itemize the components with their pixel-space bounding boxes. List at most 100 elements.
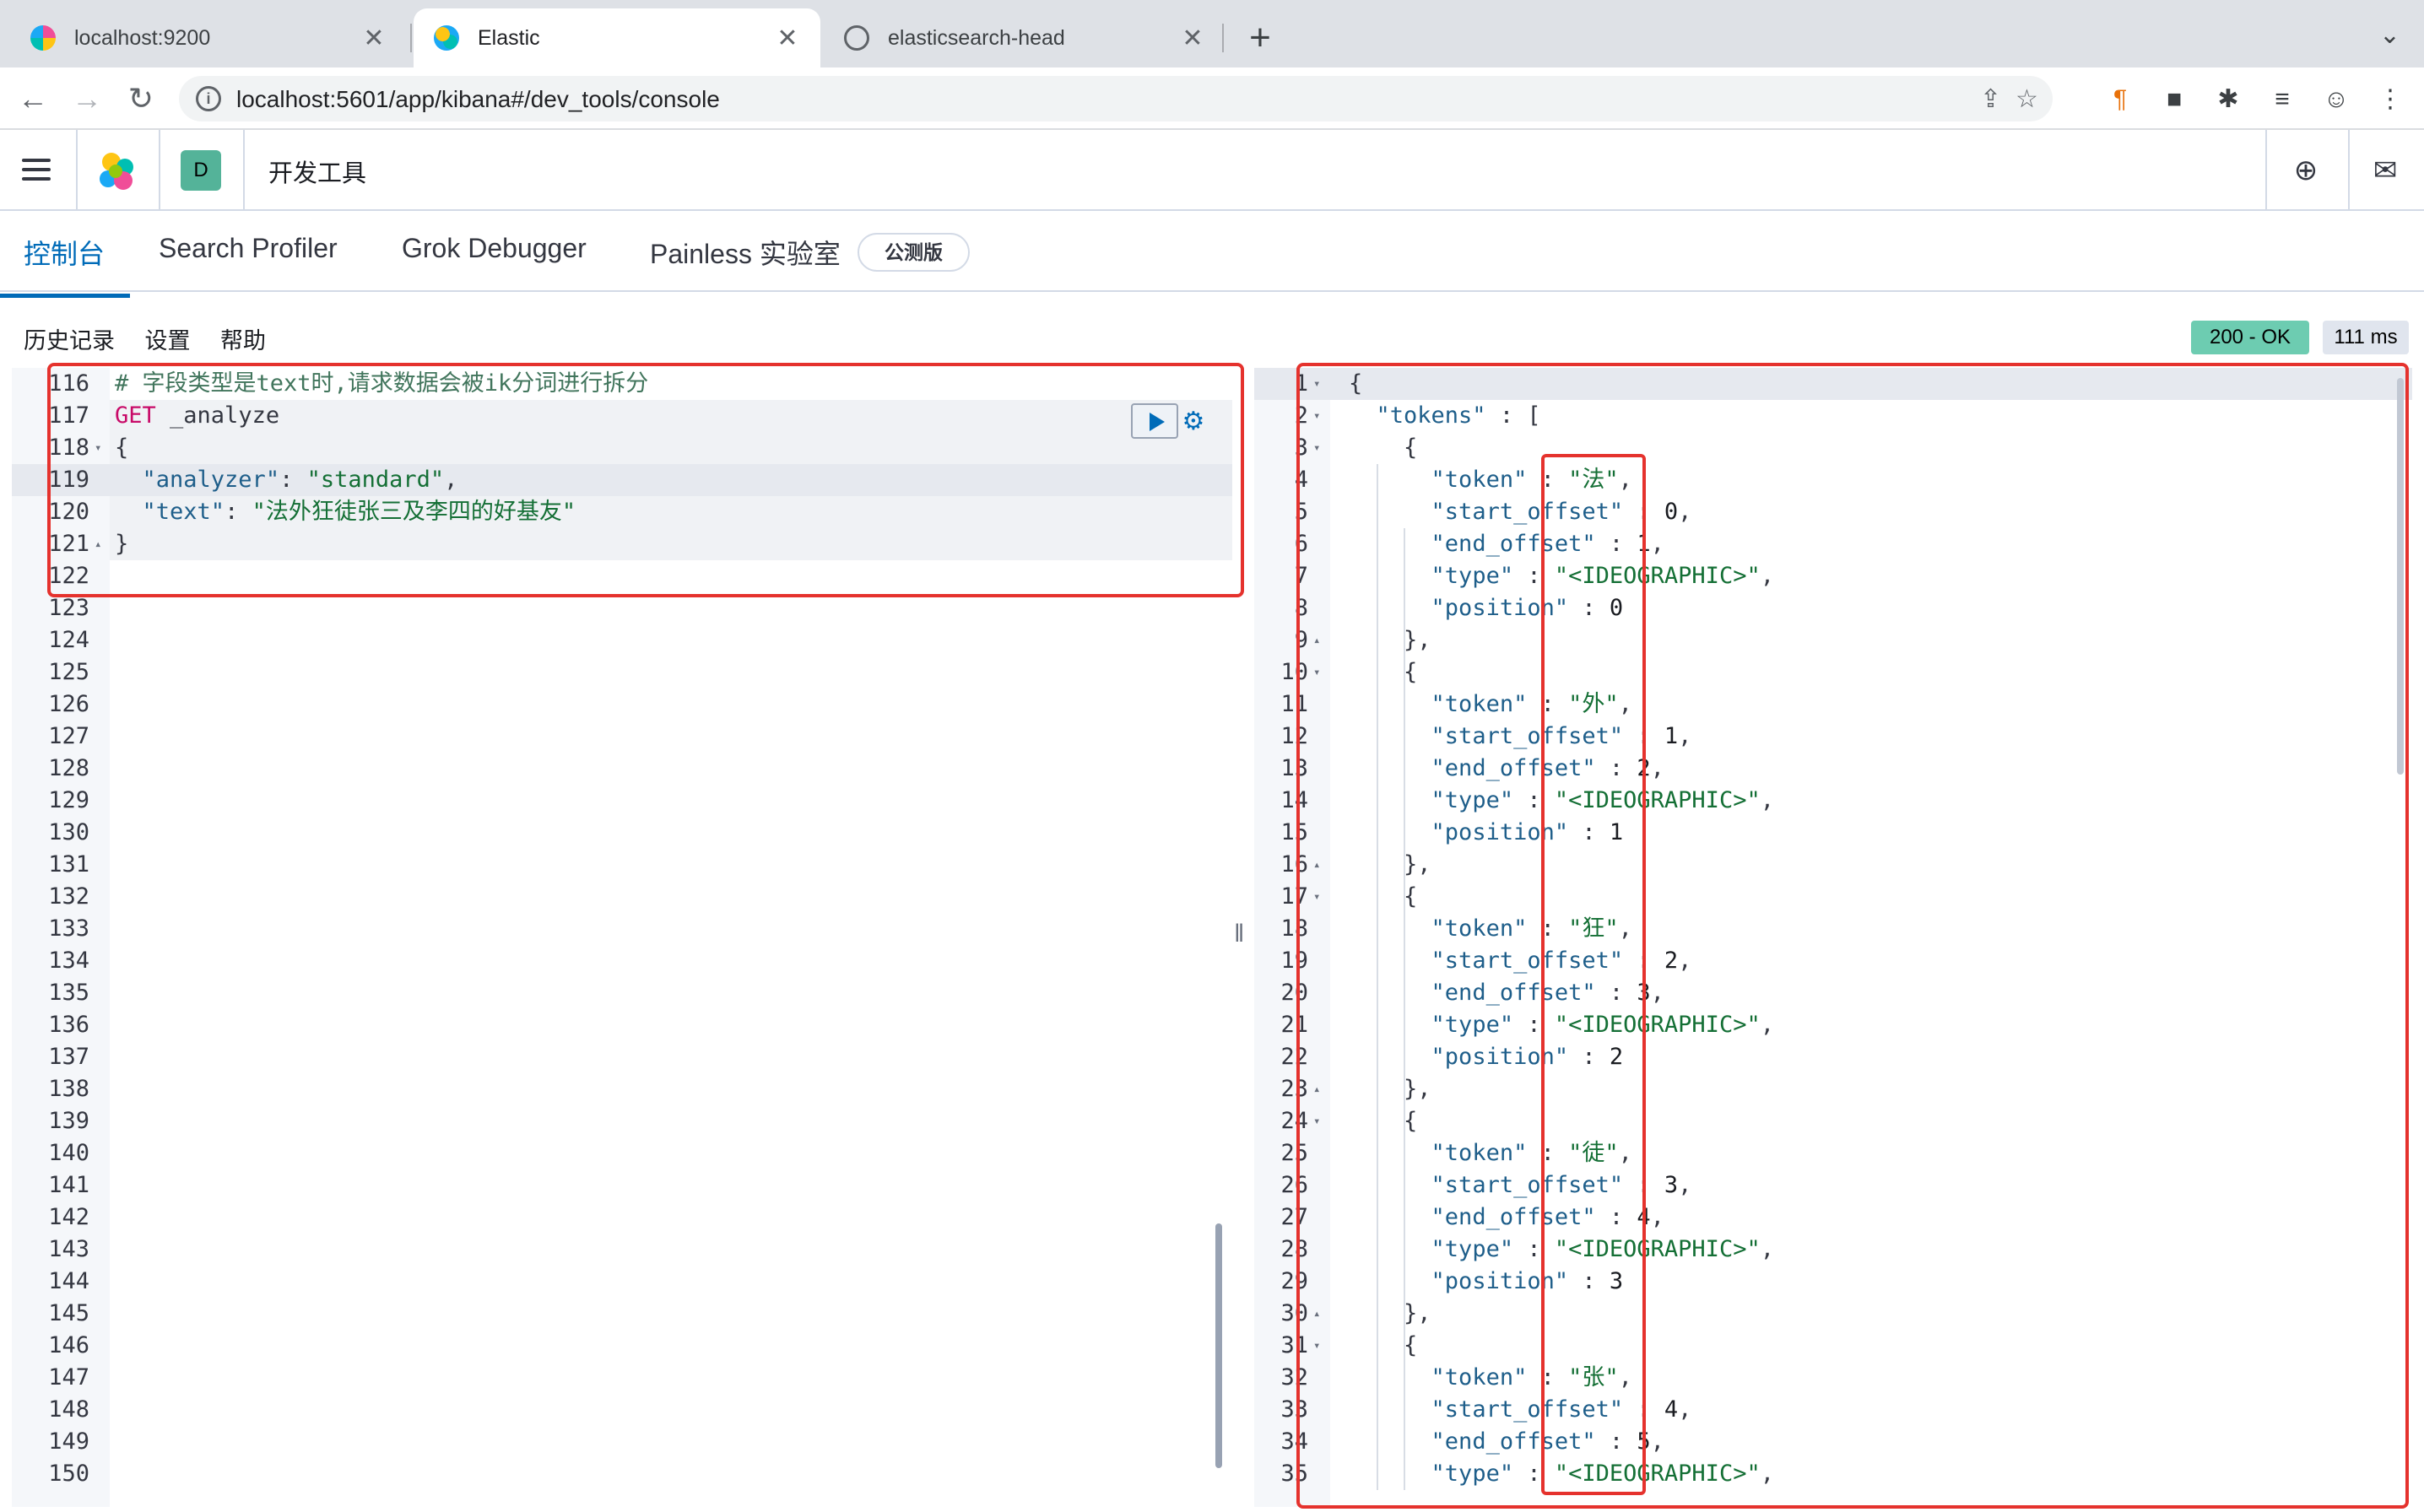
code-line[interactable]: 143 — [12, 1234, 1232, 1266]
code-line[interactable]: 119 "analyzer": "standard", — [12, 464, 1232, 496]
code-line[interactable]: 2 ▾ "tokens" : [ — [1254, 400, 2412, 432]
fold-toggle-icon[interactable]: ▴ — [1313, 1298, 1320, 1330]
code-line[interactable]: 123 — [12, 592, 1232, 624]
code-line[interactable]: 25 "token" : "徒", — [1254, 1137, 2412, 1169]
address-bar[interactable]: i localhost:5601/app/kibana#/dev_tools/c… — [179, 76, 2053, 122]
fold-toggle-icon[interactable]: ▾ — [1313, 1105, 1320, 1137]
code-line[interactable]: 124 — [12, 624, 1232, 656]
code-line[interactable]: 19 "start_offset" : 2, — [1254, 945, 2412, 977]
code-line[interactable]: 18 "token" : "狂", — [1254, 913, 2412, 945]
code-line[interactable]: 144 — [12, 1266, 1232, 1298]
wrench-icon[interactable]: ⚙ — [1178, 407, 1209, 437]
code-line[interactable]: 21 "type" : "<IDEOGRAPHIC>", — [1254, 1009, 2412, 1041]
code-line[interactable]: 116 # 字段类型是text时,请求数据会被ik分词进行拆分 — [12, 368, 1232, 400]
fold-toggle-icon[interactable]: ▾ — [1313, 881, 1320, 913]
new-tab-button[interactable]: + — [1239, 17, 1281, 59]
tab-search-profiler[interactable]: Search Profiler — [159, 233, 338, 286]
fold-toggle-icon[interactable]: ▾ — [1313, 656, 1320, 688]
tab-search-icon[interactable]: ⌄ — [2379, 20, 2400, 50]
fold-toggle-icon[interactable]: ▾ — [1313, 400, 1320, 432]
fold-toggle-icon[interactable]: ▾ — [1313, 432, 1320, 464]
code-line[interactable]: 4 "token" : "法", — [1254, 464, 2412, 496]
code-line[interactable]: 128 — [12, 753, 1232, 785]
code-line[interactable]: 16 ▴ }, — [1254, 849, 2412, 881]
help-icon[interactable]: ⊕ — [2291, 155, 2321, 186]
code-line[interactable]: 33 "start_offset" : 4, — [1254, 1394, 2412, 1426]
code-line[interactable]: 140 — [12, 1137, 1232, 1169]
code-line[interactable]: 142 — [12, 1202, 1232, 1234]
star-icon[interactable]: ☆ — [2015, 84, 2038, 114]
code-line[interactable]: 6 "end_offset" : 1, — [1254, 528, 2412, 560]
code-line[interactable]: 11 "token" : "外", — [1254, 688, 2412, 721]
fold-toggle-icon[interactable]: ▴ — [1313, 1073, 1320, 1105]
extension-icon[interactable]: ■ — [2159, 84, 2189, 115]
browser-tab-elasticsearch-head[interactable]: elasticsearch-head ✕ — [824, 8, 1226, 68]
code-line[interactable]: 145 — [12, 1298, 1232, 1330]
space-avatar[interactable]: D — [181, 150, 221, 191]
code-line[interactable]: 35 "type" : "<IDEOGRAPHIC>", — [1254, 1458, 2412, 1490]
code-line[interactable]: 121 ▴} — [12, 528, 1232, 560]
fold-toggle-icon[interactable]: ▾ — [1313, 1330, 1320, 1362]
history-link[interactable]: 历史记录 — [24, 328, 115, 354]
media-playlist-icon[interactable]: ≡ — [2267, 84, 2297, 115]
menu-icon[interactable] — [22, 159, 51, 181]
code-line[interactable]: 117 GET _analyze — [12, 400, 1232, 432]
code-line[interactable]: 30 ▴ }, — [1254, 1298, 2412, 1330]
code-line[interactable]: 138 — [12, 1073, 1232, 1105]
code-line[interactable]: 122 — [12, 560, 1232, 592]
code-line[interactable]: 7 "type" : "<IDEOGRAPHIC>", — [1254, 560, 2412, 592]
code-line[interactable]: 1 ▾ { — [1254, 368, 2412, 400]
code-line[interactable]: 27 "end_offset" : 4, — [1254, 1202, 2412, 1234]
code-line[interactable]: 24 ▾ { — [1254, 1105, 2412, 1137]
settings-link[interactable]: 设置 — [145, 328, 191, 354]
mail-icon[interactable]: ✉ — [2370, 155, 2400, 186]
code-line[interactable]: 150 — [12, 1458, 1232, 1490]
code-line[interactable]: 137 — [12, 1041, 1232, 1073]
code-line[interactable]: 23 ▴ }, — [1254, 1073, 2412, 1105]
browser-tab-elastic[interactable]: Elastic ✕ — [414, 8, 820, 68]
code-line[interactable]: 127 — [12, 721, 1232, 753]
code-line[interactable]: 147 — [12, 1362, 1232, 1394]
code-line[interactable]: 15 "position" : 1 — [1254, 817, 2412, 849]
code-line[interactable]: 130 — [12, 817, 1232, 849]
code-line[interactable]: 22 "position" : 2 — [1254, 1041, 2412, 1073]
code-line[interactable]: 8 "position" : 0 — [1254, 592, 2412, 624]
code-line[interactable]: 126 — [12, 688, 1232, 721]
info-icon[interactable]: i — [196, 86, 221, 111]
share-icon[interactable]: ⇪ — [1980, 84, 2001, 114]
code-line[interactable]: 132 — [12, 881, 1232, 913]
fold-toggle-icon[interactable]: ▴ — [1313, 849, 1320, 881]
url-text[interactable]: localhost:5601/app/kibana#/dev_tools/con… — [236, 86, 720, 113]
code-line[interactable]: 14 "type" : "<IDEOGRAPHIC>", — [1254, 785, 2412, 817]
code-line[interactable]: 9 ▴ }, — [1254, 624, 2412, 656]
code-line[interactable]: 5 "start_offset" : 0, — [1254, 496, 2412, 528]
code-line[interactable]: 3 ▾ { — [1254, 432, 2412, 464]
code-line[interactable]: 133 — [12, 913, 1232, 945]
profile-avatar-icon[interactable]: ☺ — [2321, 84, 2351, 115]
code-line[interactable]: 149 — [12, 1426, 1232, 1458]
elastic-logo-icon[interactable] — [96, 150, 138, 192]
code-line[interactable]: 120 "text": "法外狂徒张三及李四的好基友" — [12, 496, 1232, 528]
tab-close-icon[interactable]: ✕ — [775, 24, 800, 53]
reload-icon[interactable]: ↻ — [120, 78, 162, 120]
fold-toggle-icon[interactable]: ▾ — [95, 432, 101, 464]
fold-toggle-icon[interactable]: ▴ — [95, 528, 101, 560]
browser-tab-localhost[interactable]: localhost:9200 ✕ — [10, 8, 407, 68]
fold-toggle-icon[interactable]: ▾ — [1313, 368, 1320, 400]
browser-menu-icon[interactable]: ⋮ — [2375, 84, 2405, 115]
panel-resize-handle[interactable]: ‖ — [1234, 920, 1244, 948]
help-link[interactable]: 帮助 — [220, 328, 266, 354]
code-line[interactable]: 28 "type" : "<IDEOGRAPHIC>", — [1254, 1234, 2412, 1266]
code-line[interactable]: 146 — [12, 1330, 1232, 1362]
code-line[interactable]: 136 — [12, 1009, 1232, 1041]
code-line[interactable]: 26 "start_offset" : 3, — [1254, 1169, 2412, 1202]
code-line[interactable]: 32 "token" : "张", — [1254, 1362, 2412, 1394]
code-line[interactable]: 141 — [12, 1169, 1232, 1202]
play-icon[interactable] — [1131, 403, 1178, 439]
request-editor[interactable]: 116 # 字段类型是text时,请求数据会被ik分词进行拆分 117 GET _an… — [12, 368, 1232, 1507]
tab-close-icon[interactable]: ✕ — [361, 24, 387, 53]
puzzle-icon[interactable]: ✱ — [2213, 84, 2243, 115]
code-line[interactable]: 148 — [12, 1394, 1232, 1426]
fold-toggle-icon[interactable]: ▴ — [1313, 624, 1320, 656]
code-line[interactable]: 20 "end_offset" : 3, — [1254, 977, 2412, 1009]
